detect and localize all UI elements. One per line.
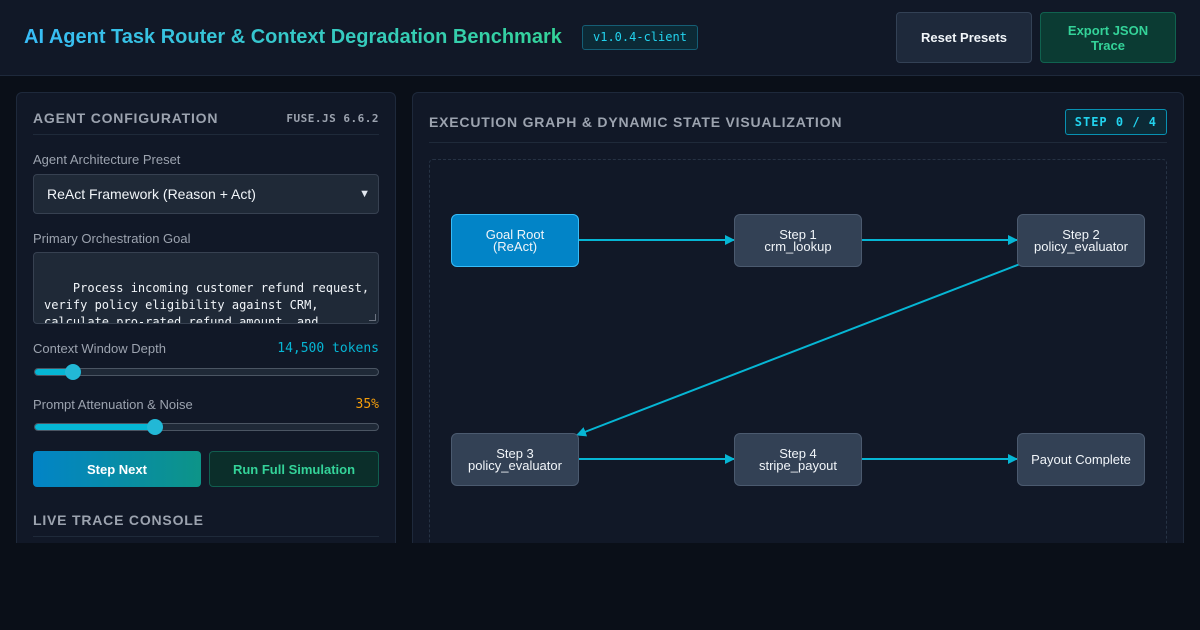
agent-configuration-panel: AGENT CONFIGURATION FUSE.JS 6.6.2 Agent … xyxy=(16,92,396,562)
context-window-value: 14,500 tokens xyxy=(277,341,379,356)
export-json-trace-button[interactable]: Export JSON Trace xyxy=(1040,12,1176,63)
context-window-slider[interactable] xyxy=(34,364,379,380)
app-header: AI Agent Task Router & Context Degradati… xyxy=(0,0,1200,76)
page-background xyxy=(0,543,1200,630)
node-goal-root[interactable]: Goal Root (ReAct) xyxy=(451,214,579,267)
agent-configuration-title: AGENT CONFIGURATION xyxy=(33,110,219,126)
node-step-1[interactable]: Step 1 crm_lookup xyxy=(734,214,862,267)
context-window-label: Context Window Depth xyxy=(33,341,166,356)
execution-graph-canvas: Goal Root (ReAct) Step 1 crm_lookup Step… xyxy=(429,159,1167,579)
step-counter-badge: STEP 0 / 4 xyxy=(1064,109,1167,135)
step-next-button[interactable]: Step Next xyxy=(33,451,201,487)
divider xyxy=(33,134,379,135)
execution-graph-title: EXECUTION GRAPH & DYNAMIC STATE VISUALIZ… xyxy=(429,114,843,130)
noise-slider[interactable] xyxy=(34,419,379,435)
node-payout-complete[interactable]: Payout Complete xyxy=(1017,433,1145,486)
chevron-down-icon: ▼ xyxy=(359,188,370,200)
reset-presets-button[interactable]: Reset Presets xyxy=(896,12,1032,63)
slider-fill xyxy=(35,424,156,430)
node-line2: (ReAct) xyxy=(492,238,538,254)
run-full-simulation-button[interactable]: Run Full Simulation xyxy=(209,451,379,487)
version-badge: v1.0.4-client xyxy=(582,25,698,50)
divider xyxy=(33,536,379,537)
node-line2: policy_evaluator xyxy=(1034,238,1128,254)
slider-thumb[interactable] xyxy=(64,364,81,380)
execution-graph-panel: EXECUTION GRAPH & DYNAMIC STATE VISUALIZ… xyxy=(412,92,1184,579)
node-step-4[interactable]: Step 4 stripe_payout xyxy=(734,433,862,486)
resize-handle-icon[interactable] xyxy=(369,314,376,321)
noise-value: 35% xyxy=(355,397,379,412)
edge-step2-step3 xyxy=(576,263,1021,437)
node-line2: policy_evaluator xyxy=(468,457,562,473)
slider-thumb[interactable] xyxy=(147,419,164,435)
preset-selected-value: ReAct Framework (Reason + Act) xyxy=(47,186,256,202)
app-title: AI Agent Task Router & Context Degradati… xyxy=(24,26,562,48)
orchestration-goal-textarea[interactable]: Process incoming customer refund request… xyxy=(33,252,379,324)
node-step-3[interactable]: Step 3 policy_evaluator xyxy=(451,433,579,486)
node-line2: crm_lookup xyxy=(764,238,832,254)
goal-text: Process incoming customer refund request… xyxy=(44,281,370,324)
library-version-label: FUSE.JS 6.6.2 xyxy=(286,112,379,125)
live-trace-console-title: LIVE TRACE CONSOLE xyxy=(33,512,204,528)
node-line1: Payout Complete xyxy=(1031,451,1131,467)
node-step-2[interactable]: Step 2 policy_evaluator xyxy=(1017,214,1145,267)
architecture-preset-select[interactable]: ReAct Framework (Reason + Act) ▼ xyxy=(33,174,379,214)
preset-label: Agent Architecture Preset xyxy=(33,152,181,167)
goal-label: Primary Orchestration Goal xyxy=(33,231,191,246)
node-line2: stripe_payout xyxy=(758,457,838,473)
noise-label: Prompt Attenuation & Noise xyxy=(33,397,193,412)
divider xyxy=(429,142,1167,143)
